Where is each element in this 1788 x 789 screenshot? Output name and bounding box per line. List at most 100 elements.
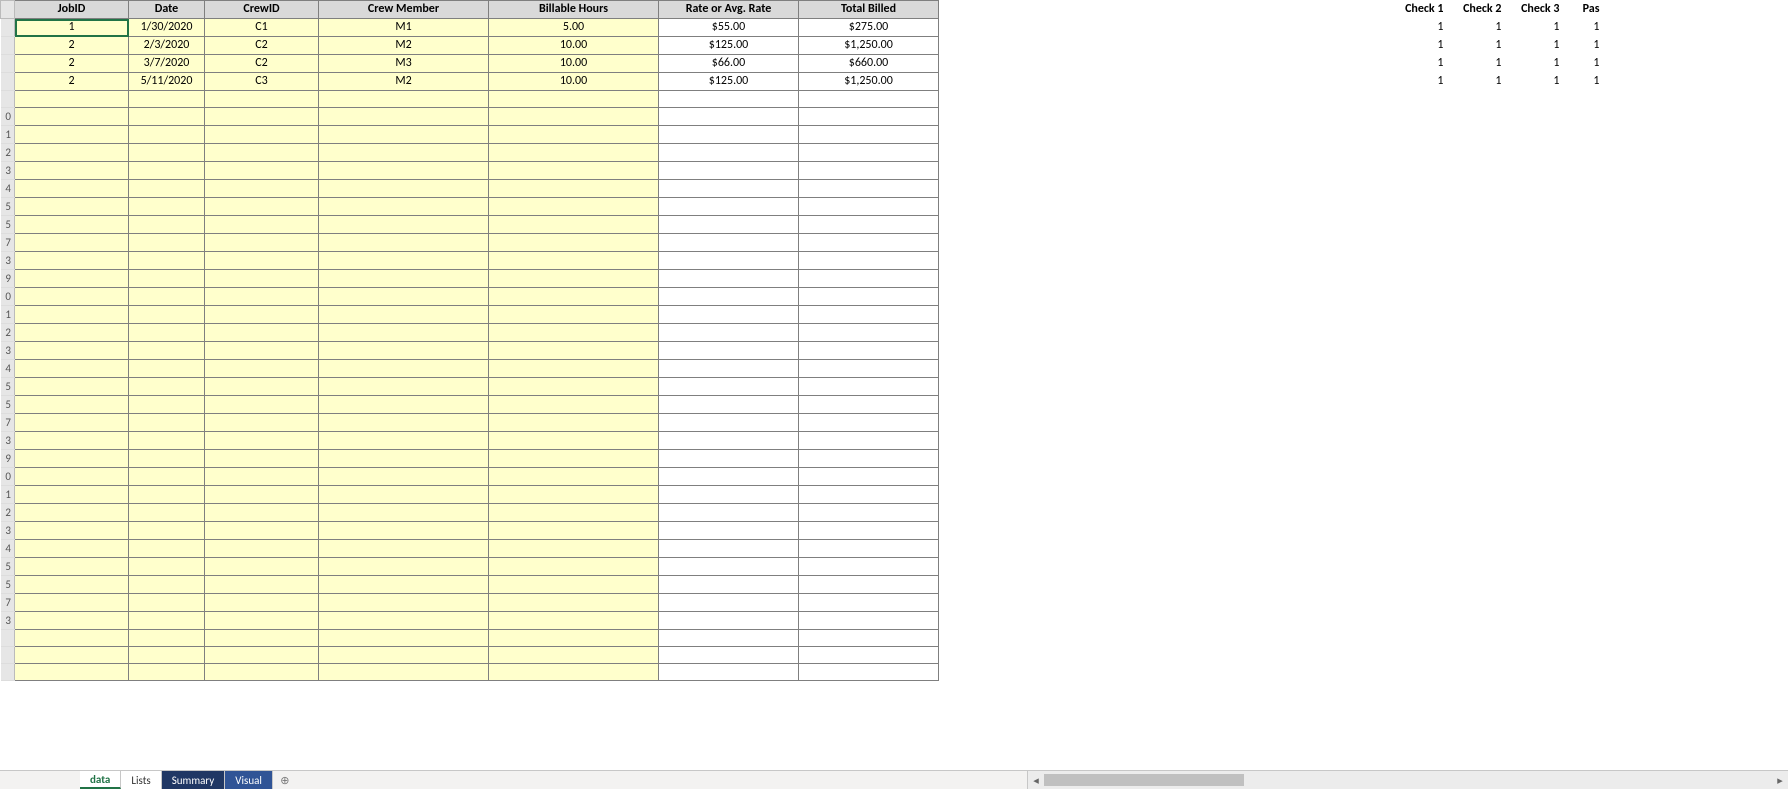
cell-date[interactable]: 2/3/2020 xyxy=(129,37,205,55)
row-header[interactable]: 0 xyxy=(1,108,15,126)
cell-crewmember[interactable]: M2 xyxy=(319,73,489,91)
cell[interactable] xyxy=(659,234,799,252)
cell[interactable] xyxy=(799,216,939,234)
cell[interactable] xyxy=(1563,378,1603,396)
cell-date[interactable]: 3/7/2020 xyxy=(129,55,205,73)
cell[interactable] xyxy=(205,288,319,306)
cell[interactable] xyxy=(1505,576,1563,594)
cell[interactable] xyxy=(319,91,489,108)
cell[interactable] xyxy=(799,576,939,594)
cell[interactable] xyxy=(15,360,129,378)
cell-check2[interactable]: 1 xyxy=(1447,19,1505,37)
cell[interactable] xyxy=(489,486,659,504)
col-header-check1[interactable]: Check 1 xyxy=(1389,1,1447,19)
cell[interactable] xyxy=(15,414,129,432)
cell[interactable] xyxy=(15,504,129,522)
cell[interactable] xyxy=(489,306,659,324)
cell[interactable] xyxy=(659,594,799,612)
cell[interactable] xyxy=(15,162,129,180)
row-header[interactable]: 2 xyxy=(1,324,15,342)
cell[interactable] xyxy=(1563,504,1603,522)
cell[interactable] xyxy=(15,432,129,450)
row-header[interactable]: 5 xyxy=(1,198,15,216)
cell[interactable] xyxy=(489,540,659,558)
cell[interactable] xyxy=(129,378,205,396)
cell[interactable] xyxy=(319,432,489,450)
cell[interactable] xyxy=(1447,486,1505,504)
cell-jobid[interactable]: 1 xyxy=(15,19,129,37)
cell[interactable] xyxy=(1505,540,1563,558)
cell[interactable] xyxy=(1447,664,1505,681)
cell[interactable] xyxy=(659,198,799,216)
cell[interactable] xyxy=(1563,144,1603,162)
cell[interactable] xyxy=(1563,162,1603,180)
cell[interactable] xyxy=(1447,630,1505,647)
cell[interactable] xyxy=(489,288,659,306)
cell[interactable] xyxy=(1563,414,1603,432)
cell[interactable] xyxy=(129,126,205,144)
cell[interactable] xyxy=(129,198,205,216)
cell[interactable] xyxy=(15,378,129,396)
cell[interactable] xyxy=(129,252,205,270)
row-header[interactable]: 7 xyxy=(1,234,15,252)
cell-billable-hours[interactable]: 10.00 xyxy=(489,55,659,73)
cell[interactable] xyxy=(129,540,205,558)
row-header[interactable]: 3 xyxy=(1,612,15,630)
row-header[interactable] xyxy=(1,37,15,55)
cell[interactable] xyxy=(1447,396,1505,414)
cell[interactable] xyxy=(15,576,129,594)
cell[interactable] xyxy=(1389,576,1447,594)
cell[interactable] xyxy=(15,91,129,108)
cell[interactable] xyxy=(489,468,659,486)
row-header[interactable]: 0 xyxy=(1,288,15,306)
cell[interactable] xyxy=(1447,306,1505,324)
row-header[interactable]: 3 xyxy=(1,162,15,180)
cell[interactable] xyxy=(489,342,659,360)
cell[interactable] xyxy=(205,108,319,126)
cell[interactable] xyxy=(1389,270,1447,288)
cell[interactable] xyxy=(129,486,205,504)
cell[interactable] xyxy=(15,612,129,630)
cell[interactable] xyxy=(319,522,489,540)
cell[interactable] xyxy=(1389,198,1447,216)
cell[interactable] xyxy=(1505,558,1563,576)
cell[interactable] xyxy=(1505,630,1563,647)
col-header-pass[interactable]: Pas xyxy=(1563,1,1603,19)
cell[interactable] xyxy=(205,252,319,270)
cell[interactable] xyxy=(489,108,659,126)
cell-crewmember[interactable]: M3 xyxy=(319,55,489,73)
tab-visual[interactable]: Visual xyxy=(225,771,273,789)
cell[interactable] xyxy=(489,396,659,414)
row-header[interactable]: 7 xyxy=(1,414,15,432)
cell[interactable] xyxy=(1505,324,1563,342)
cell[interactable] xyxy=(15,324,129,342)
cell[interactable] xyxy=(1389,144,1447,162)
cell[interactable] xyxy=(1505,664,1563,681)
cell[interactable] xyxy=(1563,450,1603,468)
cell[interactable] xyxy=(799,664,939,681)
cell[interactable] xyxy=(1447,647,1505,664)
col-header-crewid[interactable]: CrewID xyxy=(205,1,319,19)
cell[interactable] xyxy=(129,324,205,342)
cell[interactable] xyxy=(319,144,489,162)
cell[interactable] xyxy=(1563,486,1603,504)
cell[interactable] xyxy=(1389,288,1447,306)
cell[interactable] xyxy=(1563,306,1603,324)
cell[interactable] xyxy=(1563,360,1603,378)
cell[interactable] xyxy=(319,558,489,576)
cell[interactable] xyxy=(205,324,319,342)
cell[interactable] xyxy=(1447,216,1505,234)
cell[interactable] xyxy=(205,576,319,594)
cell[interactable] xyxy=(1447,594,1505,612)
cell[interactable] xyxy=(1389,504,1447,522)
row-header[interactable]: 5 xyxy=(1,558,15,576)
cell[interactable] xyxy=(205,234,319,252)
cell[interactable] xyxy=(1563,288,1603,306)
cell[interactable] xyxy=(1447,468,1505,486)
cell[interactable] xyxy=(1447,522,1505,540)
cell[interactable] xyxy=(489,664,659,681)
cell[interactable] xyxy=(1505,216,1563,234)
cell[interactable] xyxy=(489,198,659,216)
cell[interactable] xyxy=(659,647,799,664)
cell[interactable] xyxy=(205,162,319,180)
